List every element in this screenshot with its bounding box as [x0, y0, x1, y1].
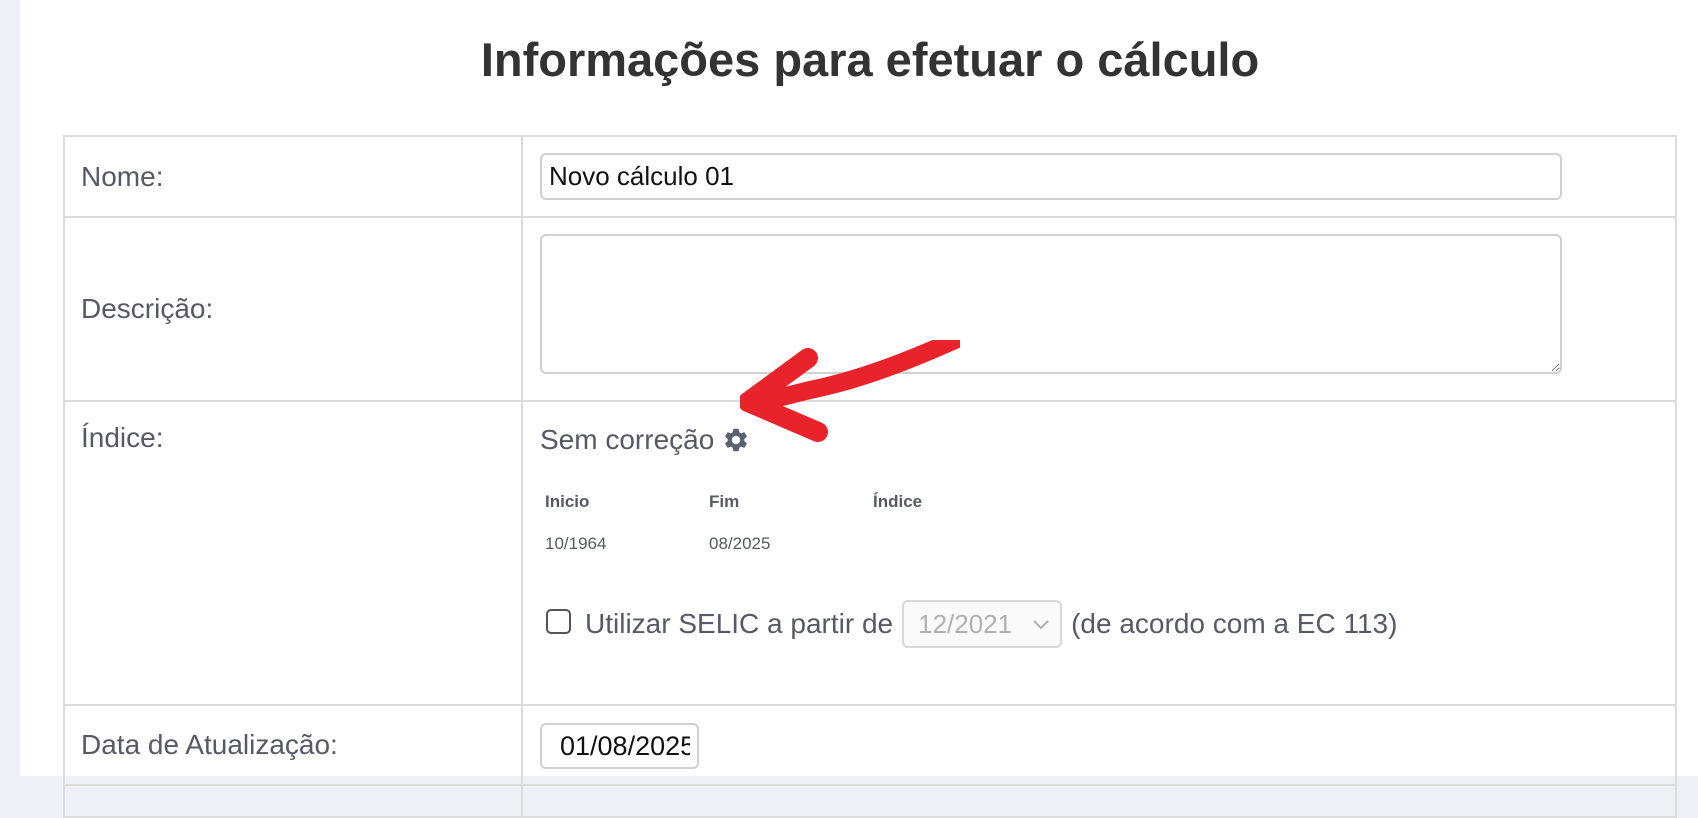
table-row: 10/1964 08/2025 — [545, 516, 1037, 558]
selic-row: Utilizar SELIC a partir de 12/2021 (de a… — [540, 600, 1675, 648]
selic-label: Utilizar SELIC a partir de — [585, 608, 894, 639]
gear-icon[interactable] — [722, 426, 750, 454]
descricao-label: Descrição: — [81, 293, 214, 324]
column-header-indice: Índice — [873, 492, 923, 511]
data-atualizacao-input[interactable] — [540, 723, 699, 769]
cell-indice — [873, 516, 1037, 558]
indice-periods-table: Inicio Fim Índice 10/1964 08/2025 — [545, 488, 1037, 558]
column-header-fim: Fim — [709, 492, 740, 511]
page-title: Informações para efetuar o cálculo — [480, 33, 1260, 86]
form-row-nome: Nome: — [63, 135, 1677, 218]
form-row-data-atualizacao: Data de Atualização: — [63, 704, 1677, 786]
nome-input[interactable] — [540, 153, 1562, 200]
indice-label: Índice: — [81, 422, 164, 453]
selic-checkbox[interactable] — [546, 608, 571, 634]
selic-date-value: 12/2021 — [918, 608, 1013, 639]
selic-date-select[interactable]: 12/2021 — [902, 600, 1063, 648]
cell-fim: 08/2025 — [709, 534, 771, 553]
data-atualizacao-label: Data de Atualização: — [81, 729, 338, 760]
indice-value: Sem correção — [540, 424, 715, 455]
column-header-inicio: Inicio — [545, 492, 590, 511]
nome-label: Nome: — [81, 160, 164, 192]
form-row-indice: Índice: Sem correção Inicio Fim Índice 1 — [63, 400, 1677, 706]
descricao-textarea[interactable] — [540, 234, 1562, 374]
calculation-form: Nome: Descrição: Índice: Sem correção — [63, 135, 1677, 818]
selic-suffix: (de acordo com a EC 113) — [1071, 608, 1398, 639]
chevron-down-icon — [1033, 620, 1049, 630]
indice-value-row: Sem correção — [540, 422, 1675, 458]
form-row-next — [63, 784, 1677, 818]
indice-periods-header: Inicio Fim Índice — [545, 488, 1037, 516]
form-row-descricao: Descrição: — [63, 216, 1677, 402]
cell-inicio: 10/1964 — [545, 534, 607, 553]
